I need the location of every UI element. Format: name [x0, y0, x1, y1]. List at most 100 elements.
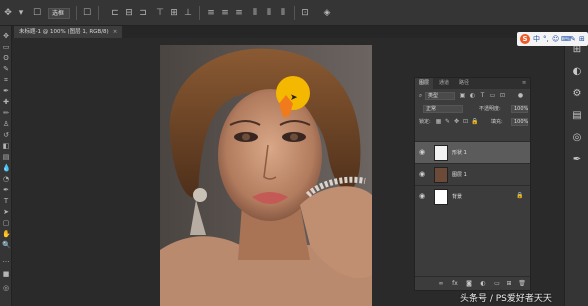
- lock-row: 锁定: ▦ ✎ ✥ ⊡ 🔒 填充: 100%: [417, 117, 528, 127]
- properties-panel-icon[interactable]: ⚙: [571, 88, 583, 100]
- filter-adjustment-icon[interactable]: ◐: [469, 92, 476, 100]
- align-middle-icon[interactable]: ⊞: [169, 8, 179, 18]
- document-image[interactable]: ➤: [160, 45, 372, 306]
- adjustment-icon[interactable]: ◐: [479, 280, 487, 288]
- align-center-icon[interactable]: ⊟: [124, 8, 134, 18]
- foreground-color-icon[interactable]: ■: [2, 270, 10, 278]
- align-left-icon[interactable]: ⊏: [110, 8, 120, 18]
- transform-controls-icon[interactable]: ☐: [82, 8, 92, 18]
- lock-artboard-icon[interactable]: ⊡: [462, 118, 469, 126]
- brush-tool-icon[interactable]: ✏: [2, 109, 10, 117]
- tab-layers[interactable]: 图层: [415, 78, 434, 89]
- marquee-tool-icon[interactable]: ▭: [2, 43, 10, 51]
- lock-position-icon[interactable]: ✥: [453, 118, 460, 126]
- blend-mode-dropdown[interactable]: 正常: [423, 105, 463, 113]
- filter-toggle-icon[interactable]: ●: [517, 92, 524, 100]
- distribute-middle-icon[interactable]: ≡: [220, 8, 230, 18]
- fx-icon[interactable]: fx: [451, 280, 459, 288]
- group-icon[interactable]: ▭: [493, 280, 501, 288]
- quick-mask-icon[interactable]: ◎: [2, 284, 10, 292]
- filter-pixel-icon[interactable]: ▣: [459, 92, 466, 100]
- lock-transparent-icon[interactable]: ▦: [435, 118, 442, 126]
- gradient-tool-icon[interactable]: ▤: [2, 153, 10, 161]
- blend-row: 正常 不透明度: 100%: [417, 104, 528, 114]
- handwriting-icon[interactable]: ✎: [570, 34, 576, 44]
- ime-mode-chinese[interactable]: 中: [533, 34, 540, 44]
- align-bottom-icon[interactable]: ⊥: [183, 8, 193, 18]
- shape-tool-icon[interactable]: ▢: [2, 219, 10, 227]
- lock-all-icon[interactable]: 🔒: [471, 118, 478, 126]
- ime-toolbar[interactable]: S 中 °, ☺ ⌨ ✎ ⊞: [517, 32, 588, 46]
- layers-panel-tabs: 图层 通道 路径 ≡: [415, 78, 530, 89]
- distribute-right-icon[interactable]: ⦀: [278, 8, 288, 18]
- filter-shape-icon[interactable]: ▭: [489, 92, 496, 100]
- crop-tool-icon[interactable]: ⌗: [2, 76, 10, 84]
- zoom-tool-icon[interactable]: 🔍: [2, 241, 11, 249]
- path-select-tool-icon[interactable]: ➤: [2, 208, 10, 216]
- visibility-eye-icon[interactable]: ◉: [419, 170, 427, 178]
- distribute-left-icon[interactable]: ⦀: [250, 8, 260, 18]
- lasso-tool-icon[interactable]: ʘ: [2, 54, 10, 62]
- distribute-center-icon[interactable]: ⦀: [264, 8, 274, 18]
- eraser-tool-icon[interactable]: ◧: [2, 142, 10, 150]
- filter-smart-object-icon[interactable]: ⊡: [499, 92, 506, 100]
- tab-channels[interactable]: 通道: [435, 78, 453, 89]
- 3d-mode-icon[interactable]: ◈: [322, 8, 332, 18]
- align-right-icon[interactable]: ⊐: [138, 8, 148, 18]
- paths-panel-icon[interactable]: ✒: [571, 154, 583, 166]
- filter-kind-dropdown[interactable]: 类型: [425, 92, 455, 100]
- distribute-bottom-icon[interactable]: ≡: [234, 8, 244, 18]
- document-tab[interactable]: 未标题-1 @ 100% (图层 1, RGB/8) ×: [14, 26, 123, 38]
- lock-icon: 🔒: [516, 192, 524, 199]
- close-icon[interactable]: ×: [113, 29, 118, 35]
- dropdown-arrow-icon[interactable]: ▾: [16, 8, 26, 18]
- opacity-label: 不透明度:: [479, 106, 501, 112]
- tab-paths[interactable]: 路径: [455, 78, 473, 89]
- dodge-tool-icon[interactable]: ◔: [2, 175, 10, 183]
- move-tool-icon[interactable]: ✥: [2, 32, 10, 40]
- panel-menu-icon[interactable]: ≡: [518, 78, 530, 89]
- hand-tool-icon[interactable]: ✋: [2, 230, 11, 238]
- quick-select-tool-icon[interactable]: ✎: [2, 65, 10, 73]
- layers-panel-footer: ∞ fx ◙ ◐ ▭ ⊞ 🗑: [415, 276, 530, 290]
- filter-row: ⌕ 类型 ▣ ◐ T ▭ ⊡ ●: [417, 91, 528, 101]
- fill-input[interactable]: 100%: [511, 118, 528, 126]
- auto-select-icon[interactable]: ☐: [32, 8, 42, 18]
- filter-type-icon[interactable]: T: [479, 92, 486, 100]
- distribute-top-icon[interactable]: ≡: [206, 8, 216, 18]
- portrait-photo: [160, 45, 372, 306]
- visibility-eye-icon[interactable]: ◉: [419, 192, 427, 200]
- layer-name: 形状 1: [452, 150, 467, 156]
- toolbox-icon[interactable]: ⊞: [579, 34, 585, 44]
- emoji-icon[interactable]: ☺: [552, 34, 559, 44]
- channels-panel-icon[interactable]: ◎: [571, 132, 583, 144]
- layer-row-image[interactable]: ◉ 图层 1: [415, 163, 530, 185]
- eyedropper-tool-icon[interactable]: ✒: [2, 87, 10, 95]
- pen-tool-icon[interactable]: ✒: [2, 186, 10, 194]
- divider: [294, 6, 295, 20]
- opacity-input[interactable]: 100%: [511, 105, 528, 113]
- clone-stamp-tool-icon[interactable]: ♙: [2, 120, 10, 128]
- blur-tool-icon[interactable]: 💧: [2, 164, 11, 172]
- layer-thumbnail: [434, 167, 448, 183]
- auto-align-icon[interactable]: ⊡: [300, 8, 310, 18]
- trash-icon[interactable]: 🗑: [518, 280, 526, 288]
- new-layer-icon[interactable]: ⊞: [505, 280, 513, 288]
- layer-row-shape[interactable]: ◉ 形状 1: [415, 141, 530, 163]
- mask-icon[interactable]: ◙: [465, 280, 473, 288]
- link-icon[interactable]: ∞: [437, 280, 445, 288]
- type-tool-icon[interactable]: T: [2, 197, 10, 205]
- layers-panel-icon[interactable]: ▤: [571, 110, 583, 122]
- align-top-icon[interactable]: ⊤: [155, 8, 165, 18]
- move-tool-icon[interactable]: ✥: [3, 8, 13, 18]
- more-tools-icon[interactable]: …: [2, 256, 10, 264]
- layer-row-background[interactable]: ◉ 背景 🔒: [415, 185, 530, 207]
- history-brush-tool-icon[interactable]: ↺: [2, 131, 10, 139]
- lock-image-icon[interactable]: ✎: [444, 118, 451, 126]
- visibility-eye-icon[interactable]: ◉: [419, 148, 427, 156]
- auto-select-dropdown[interactable]: 选框: [48, 8, 70, 19]
- layers-panel: 图层 通道 路径 ≡ ⌕ 类型 ▣ ◐ T ▭ ⊡ ● 正常 不透明度: 100…: [414, 77, 531, 291]
- adjustments-panel-icon[interactable]: ◐: [571, 66, 583, 78]
- healing-brush-tool-icon[interactable]: ✚: [2, 98, 10, 106]
- ime-punctuation[interactable]: °,: [543, 34, 549, 44]
